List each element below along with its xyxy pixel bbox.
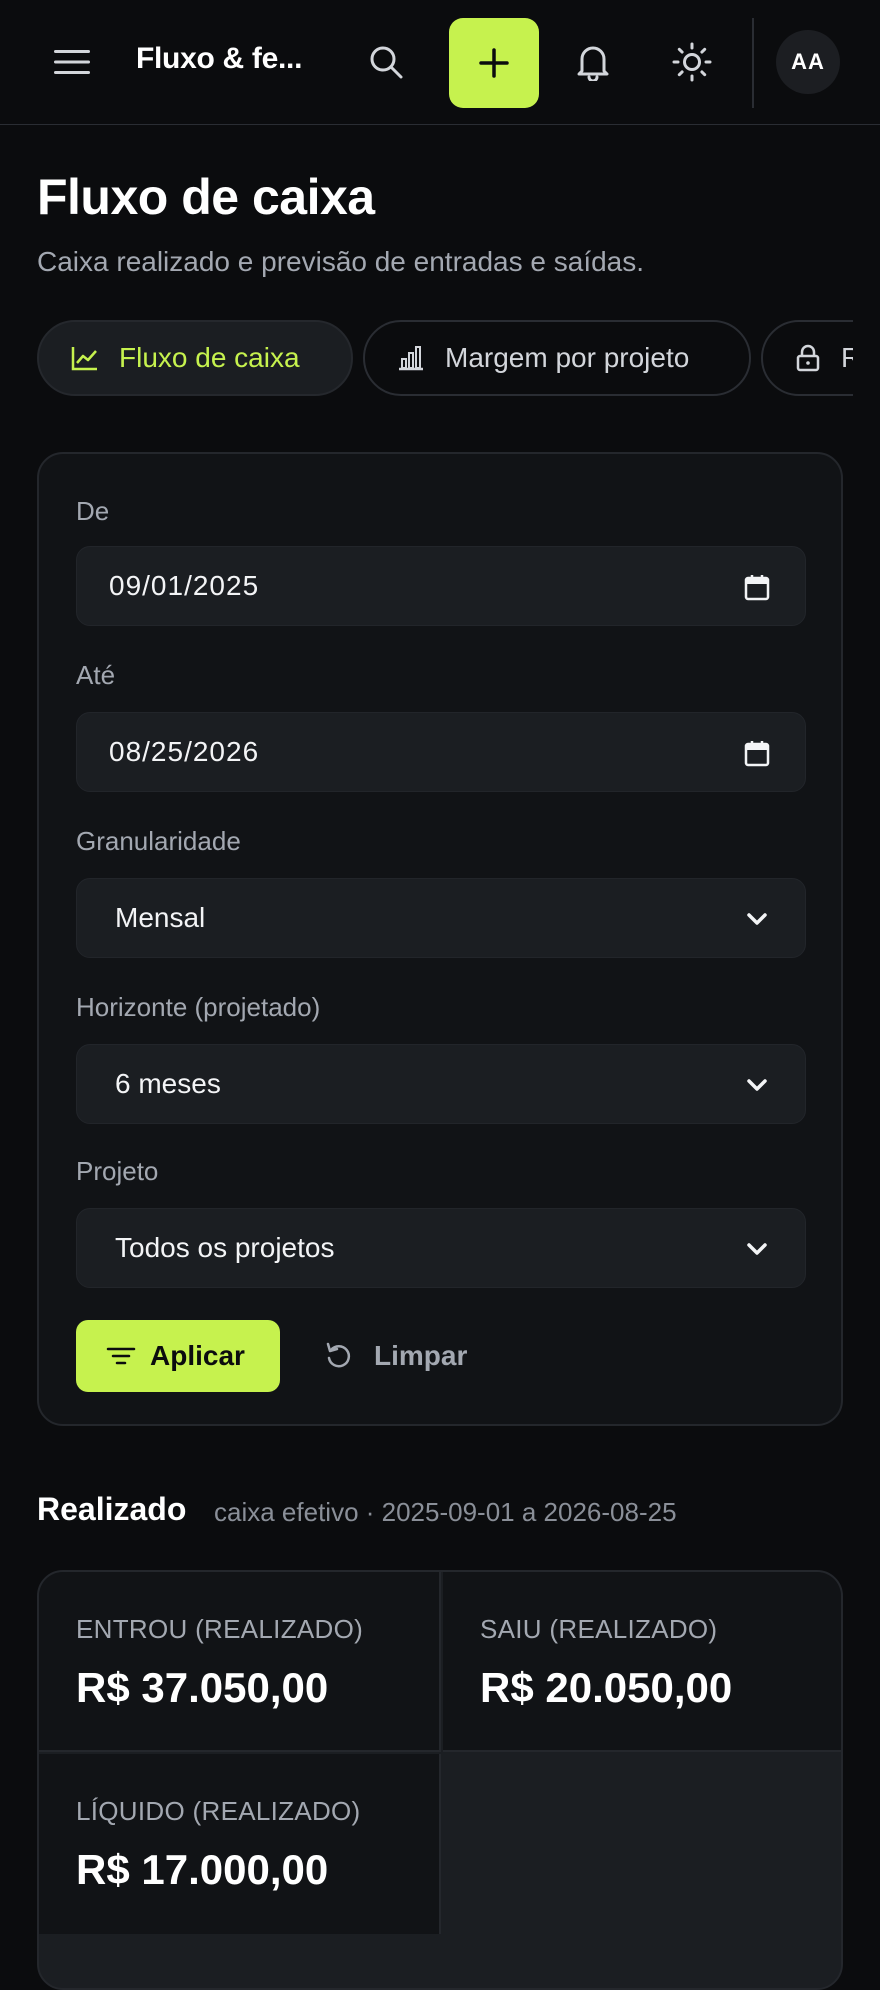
stat-value: R$ 20.050,00 bbox=[480, 1664, 733, 1711]
from-label: De bbox=[76, 496, 110, 526]
menu-icon bbox=[54, 50, 90, 74]
to-date-value: 08/25/2026 bbox=[109, 736, 260, 767]
tab-cash-flow[interactable]: Fluxo de caixa bbox=[37, 320, 353, 396]
header-divider bbox=[752, 18, 754, 108]
realized-section-meta: caixa efetivo · 2025-09-01 a 2026-08-25 bbox=[214, 1497, 677, 1527]
project-value: Todos os projetos bbox=[115, 1232, 335, 1263]
granularity-value: Mensal bbox=[115, 902, 206, 933]
realized-section-title: Realizado bbox=[37, 1491, 187, 1527]
add-button[interactable] bbox=[449, 18, 539, 108]
chevron-down-icon bbox=[743, 1235, 771, 1263]
avatar[interactable]: AA bbox=[776, 30, 840, 94]
stat-value: R$ 37.050,00 bbox=[76, 1664, 329, 1711]
tab-label: Fluxo de caixa bbox=[119, 342, 300, 373]
stat-card-inflow: ENTROU (REALIZADO) R$ 37.050,00 bbox=[39, 1572, 441, 1752]
report-tabs: Fluxo de caixa Margem por projeto R bbox=[37, 320, 853, 398]
stat-label: SAIU (REALIZADO) bbox=[480, 1614, 718, 1644]
tab-label: Margem por projeto bbox=[445, 342, 690, 373]
calendar-icon[interactable] bbox=[743, 739, 771, 767]
line-chart-icon bbox=[71, 345, 99, 371]
reset-icon bbox=[324, 1341, 354, 1371]
to-label: Até bbox=[76, 660, 116, 690]
project-label: Projeto bbox=[76, 1156, 159, 1186]
clear-button[interactable]: Limpar bbox=[324, 1320, 467, 1392]
granularity-label: Granularidade bbox=[76, 826, 241, 856]
from-date-value: 09/01/2025 bbox=[109, 570, 260, 601]
menu-button[interactable] bbox=[44, 38, 100, 86]
stat-label: LÍQUIDO (REALIZADO) bbox=[76, 1796, 361, 1826]
notifications-button[interactable] bbox=[569, 38, 617, 86]
sun-icon bbox=[672, 42, 712, 82]
chevron-down-icon bbox=[743, 905, 771, 933]
apply-button[interactable]: Aplicar bbox=[76, 1320, 280, 1392]
clear-label: Limpar bbox=[374, 1340, 468, 1371]
granularity-select[interactable]: Mensal bbox=[76, 878, 806, 958]
chevron-down-icon bbox=[743, 1071, 771, 1099]
project-select[interactable]: Todos os projetos bbox=[76, 1208, 806, 1288]
from-date-input[interactable]: 09/01/2025 bbox=[76, 546, 806, 626]
lock-icon bbox=[795, 344, 821, 372]
bell-icon bbox=[577, 46, 609, 81]
stat-value: R$ 17.000,00 bbox=[76, 1846, 329, 1893]
theme-toggle-button[interactable] bbox=[668, 38, 716, 86]
to-date-input[interactable]: 08/25/2026 bbox=[76, 712, 806, 792]
tab-label: R bbox=[841, 342, 853, 373]
search-button[interactable] bbox=[362, 38, 410, 86]
stat-card-net: LÍQUIDO (REALIZADO) R$ 17.000,00 bbox=[39, 1754, 441, 1934]
filters-card: De 09/01/2025 Até 08/25/2026 Granularida… bbox=[37, 452, 843, 1426]
horizon-value: 6 meses bbox=[115, 1068, 221, 1099]
stat-card-empty bbox=[443, 1754, 841, 1988]
top-bar: Fluxo & fe... AA bbox=[0, 0, 880, 125]
realized-stats-grid: ENTROU (REALIZADO) R$ 37.050,00 SAIU (RE… bbox=[37, 1570, 843, 1990]
page-title: Fluxo de caixa bbox=[37, 169, 375, 225]
app-title: Fluxo & fe... bbox=[136, 42, 303, 75]
page-subtitle: Caixa realizado e previsão de entradas e… bbox=[37, 246, 645, 277]
stat-card-outflow: SAIU (REALIZADO) R$ 20.050,00 bbox=[443, 1572, 841, 1752]
filter-icon bbox=[106, 1345, 136, 1367]
calendar-icon[interactable] bbox=[743, 573, 771, 601]
stat-label: ENTROU (REALIZADO) bbox=[76, 1614, 364, 1644]
bar-chart-icon bbox=[397, 345, 425, 371]
horizon-select[interactable]: 6 meses bbox=[76, 1044, 806, 1124]
apply-label: Aplicar bbox=[150, 1340, 245, 1371]
horizon-label: Horizonte (projetado) bbox=[76, 992, 321, 1022]
tab-project-margin[interactable]: Margem por projeto bbox=[363, 320, 751, 396]
plus-icon bbox=[479, 48, 509, 78]
tab-third[interactable]: R bbox=[761, 320, 853, 396]
search-icon bbox=[370, 46, 403, 79]
